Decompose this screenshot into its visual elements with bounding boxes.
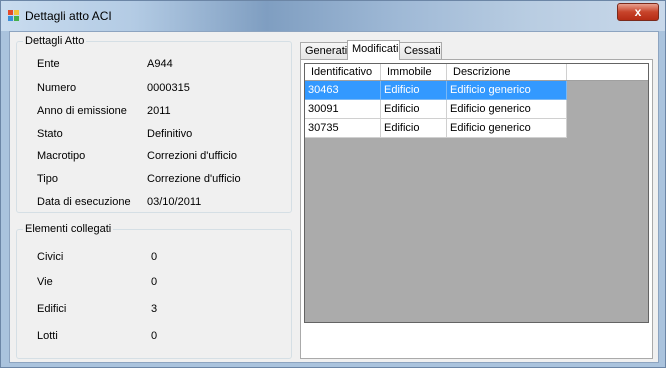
label-civici: Civici	[37, 251, 64, 263]
cell-descrizione[interactable]: Edificio generico	[447, 100, 567, 119]
cell-immobile[interactable]: Edificio	[381, 119, 447, 138]
label-edifici: Edifici	[37, 303, 67, 315]
label-vie: Vie	[37, 276, 53, 288]
label-tipo: Tipo	[37, 173, 58, 185]
value-vie: 0	[151, 276, 158, 288]
label-anno: Anno di emissione	[37, 105, 127, 117]
client-area: Dettagli Atto Ente A944 Numero 0000315 A…	[9, 31, 659, 363]
cell-identificativo[interactable]: 30091	[305, 100, 381, 119]
data-grid[interactable]: Identificativo Immobile Descrizione 3046…	[304, 63, 649, 323]
close-icon: x	[634, 5, 642, 19]
value-data-esecuzione: 03/10/2011	[147, 196, 202, 208]
grid-header: Identificativo Immobile Descrizione	[305, 64, 648, 81]
value-anno: 2011	[147, 105, 171, 117]
table-row[interactable]: 30463 Edificio Edificio generico	[305, 81, 648, 100]
label-numero: Numero	[37, 82, 77, 94]
dialog-window: Dettagli atto ACI x Dettagli Atto Ente A…	[0, 0, 666, 368]
label-stato: Stato	[37, 128, 63, 140]
column-header-descrizione[interactable]: Descrizione	[447, 64, 567, 80]
cell-immobile[interactable]: Edificio	[381, 81, 447, 100]
title-bar[interactable]: Dettagli atto ACI x	[1, 1, 665, 31]
cell-immobile[interactable]: Edificio	[381, 100, 447, 119]
value-macrotipo: Correzioni d'ufficio	[147, 150, 237, 162]
group-title: Elementi collegati	[23, 223, 114, 235]
column-header-identificativo[interactable]: Identificativo	[305, 64, 381, 80]
value-edifici: 3	[151, 303, 158, 315]
label-data-esecuzione: Data di esecuzione	[37, 196, 131, 208]
table-row[interactable]: 30735 Edificio Edificio generico	[305, 119, 648, 138]
group-title: Dettagli Atto	[23, 35, 87, 47]
tab-cessati[interactable]: Cessati	[399, 42, 442, 59]
value-tipo: Correzione d'ufficio	[147, 173, 241, 185]
value-numero: 0000315	[147, 82, 190, 94]
dettagli-atto-group: Dettagli Atto Ente A944 Numero 0000315 A…	[16, 35, 292, 213]
close-button[interactable]: x	[617, 3, 659, 21]
value-ente: A944	[147, 58, 173, 70]
column-header-immobile[interactable]: Immobile	[381, 64, 447, 80]
value-stato: Definitivo	[147, 128, 193, 140]
cell-descrizione[interactable]: Edificio generico	[447, 119, 567, 138]
window-title: Dettagli atto ACI	[25, 9, 112, 23]
tab-modificati[interactable]: Modificati	[347, 40, 400, 60]
cell-descrizione[interactable]: Edificio generico	[447, 81, 567, 100]
label-lotti: Lotti	[37, 330, 58, 342]
cell-identificativo[interactable]: 30463	[305, 81, 381, 100]
tab-generati[interactable]: Generati	[300, 42, 348, 59]
elementi-collegati-group: Elementi collegati Civici 0 Vie 0 Edific…	[16, 223, 292, 359]
app-icon	[8, 10, 20, 22]
cell-identificativo[interactable]: 30735	[305, 119, 381, 138]
value-lotti: 0	[151, 330, 158, 342]
tab-panel-modificati: Identificativo Immobile Descrizione 3046…	[300, 59, 653, 359]
table-row[interactable]: 30091 Edificio Edificio generico	[305, 100, 648, 119]
label-macrotipo: Macrotipo	[37, 150, 86, 162]
value-civici: 0	[151, 251, 158, 263]
label-ente: Ente	[37, 58, 60, 70]
